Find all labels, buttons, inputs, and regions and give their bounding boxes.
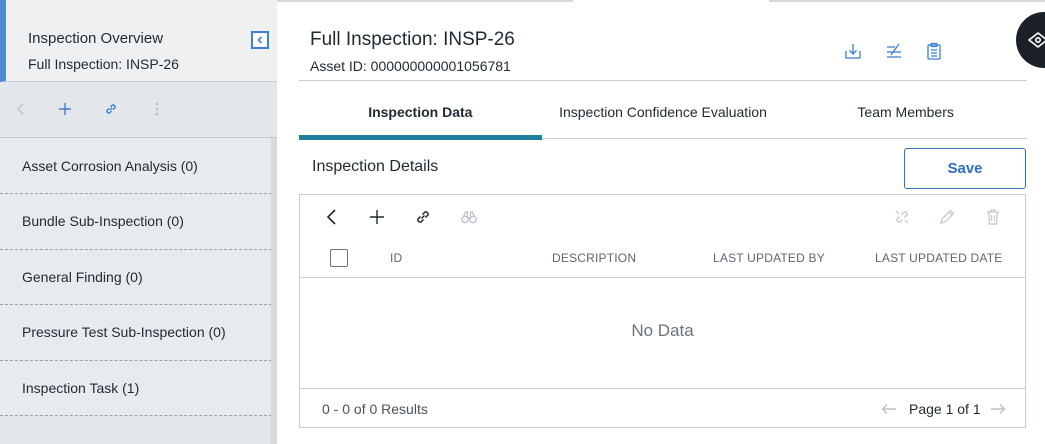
chevron-left-icon — [17, 103, 24, 115]
chevron-left-icon — [257, 36, 263, 44]
sidebar-item-general-finding[interactable]: General Finding (0) — [0, 249, 277, 305]
next-page-button[interactable] — [987, 398, 1009, 420]
main-header: Full Inspection: INSP-26 Asset ID: 00000… — [299, 0, 1027, 81]
section-title: Inspection Details — [312, 158, 439, 175]
sidebar-item-inspection-task[interactable]: Inspection Task (1) — [0, 360, 277, 416]
grid-back-button[interactable] — [318, 203, 346, 231]
sidebar-item-bundle-sub-inspection[interactable]: Bundle Sub-Inspection (0) — [0, 194, 277, 250]
sidebar-toolbar — [0, 82, 277, 138]
arrow-left-icon — [881, 404, 896, 414]
download-icon — [845, 44, 861, 59]
chevron-left-icon — [326, 209, 336, 225]
tab-bar: Inspection Data Inspection Confidence Ev… — [299, 84, 1027, 140]
column-header-last-updated-by[interactable]: LAST UPDATED BY — [713, 251, 825, 265]
tab-team-members[interactable]: Team Members — [784, 84, 1027, 139]
pencil-icon — [940, 209, 955, 224]
sidebar-list: Asset Corrosion Analysis (0) Bundle Sub-… — [0, 138, 277, 416]
page-title: Full Inspection: INSP-26 — [310, 29, 515, 50]
sidebar-link-button[interactable] — [98, 96, 124, 122]
asset-id: Asset ID: 000000000001056781 — [310, 58, 511, 74]
sidebar-header: Inspection Overview Full Inspection: INS… — [0, 0, 277, 82]
sidebar-item-pressure-test-sub-inspection[interactable]: Pressure Test Sub-Inspection (0) — [0, 305, 277, 361]
unlink-icon — [895, 210, 909, 224]
tab-inspection-confidence-evaluation[interactable]: Inspection Confidence Evaluation — [542, 84, 785, 139]
sidebar-more-button[interactable] — [144, 96, 170, 122]
binoculars-icon — [461, 211, 477, 224]
download-button[interactable] — [842, 40, 864, 62]
link-icon — [417, 211, 429, 223]
grid-edit-button[interactable] — [933, 203, 961, 231]
grid-header-row: ID DESCRIPTION LAST UPDATED BY LAST UPDA… — [300, 241, 1025, 278]
more-vertical-icon — [155, 102, 159, 116]
column-header-id[interactable]: ID — [390, 251, 402, 265]
sidebar-scrollbar[interactable] — [271, 138, 277, 444]
collapse-sidebar-button[interactable] — [251, 31, 269, 49]
results-count: 0 - 0 of 0 Results — [322, 401, 428, 417]
plus-icon — [370, 210, 384, 224]
save-button[interactable]: Save — [904, 148, 1026, 189]
compare-icon — [887, 43, 901, 58]
link-icon — [106, 104, 116, 114]
arrow-right-icon — [991, 404, 1006, 414]
compare-button[interactable] — [883, 40, 905, 62]
sidebar: Inspection Overview Full Inspection: INS… — [0, 0, 277, 444]
plus-icon — [59, 103, 71, 115]
clipboard-icon — [927, 42, 941, 60]
sidebar-title: Inspection Overview — [28, 30, 164, 47]
grid-add-button[interactable] — [363, 203, 391, 231]
grid-delete-button[interactable] — [979, 203, 1007, 231]
previous-page-button[interactable] — [878, 398, 900, 420]
page-indicator: Page 1 of 1 — [909, 401, 981, 417]
eye-panel-icon — [1027, 31, 1045, 49]
empty-state-text: No Data — [631, 321, 694, 340]
select-all-checkbox[interactable] — [330, 249, 348, 267]
grid-unlink-button[interactable] — [888, 203, 916, 231]
grid-link-button[interactable] — [409, 203, 437, 231]
clipboard-button[interactable] — [923, 40, 945, 62]
grid-search-button[interactable] — [455, 203, 483, 231]
sidebar-item-asset-corrosion-analysis[interactable]: Asset Corrosion Analysis (0) — [0, 138, 277, 194]
sidebar-back-button[interactable] — [8, 96, 34, 122]
trash-icon — [987, 209, 999, 225]
sidebar-subtitle: Full Inspection: INSP-26 — [28, 56, 179, 72]
column-header-last-updated-date[interactable]: LAST UPDATED DATE — [875, 251, 1002, 265]
inspection-details-grid: ID DESCRIPTION LAST UPDATED BY LAST UPDA… — [299, 194, 1026, 428]
column-header-description[interactable]: DESCRIPTION — [552, 251, 636, 265]
sidebar-add-button[interactable] — [52, 96, 78, 122]
grid-footer: 0 - 0 of 0 Results Page 1 of 1 — [300, 388, 1025, 428]
tab-inspection-data[interactable]: Inspection Data — [299, 84, 542, 140]
